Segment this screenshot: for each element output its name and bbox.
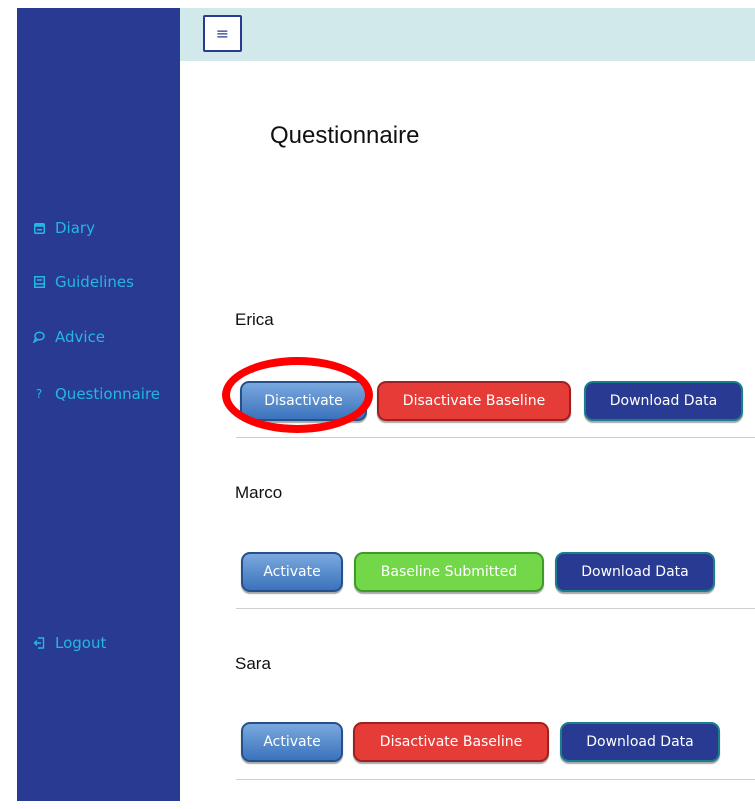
sidebar-item-advice[interactable]: Advice <box>33 328 105 346</box>
sidebar-item-label: Advice <box>55 328 106 346</box>
disactivate-baseline-button[interactable]: Disactivate Baseline <box>377 381 571 421</box>
download-data-button[interactable]: Download Data <box>584 381 743 421</box>
activate-button[interactable]: Activate <box>241 552 343 592</box>
disactivate-baseline-button[interactable]: Disactivate Baseline <box>353 722 549 762</box>
sidebar-item-label: Diary <box>55 219 95 237</box>
hamburger-icon: ≡ <box>215 24 230 43</box>
top-bar <box>180 8 755 61</box>
divider <box>236 608 755 609</box>
menu-toggle-button[interactable]: ≡ <box>203 15 242 52</box>
book-icon <box>33 276 45 288</box>
download-data-button[interactable]: Download Data <box>560 722 720 762</box>
sidebar-item-guidelines[interactable]: Guidelines <box>33 273 134 291</box>
divider <box>236 779 755 780</box>
divider <box>236 437 755 438</box>
download-data-button[interactable]: Download Data <box>555 552 715 592</box>
sidebar-logout[interactable]: Logout <box>33 634 106 652</box>
user-name: Marco <box>235 483 283 502</box>
logout-icon <box>33 637 45 649</box>
user-name: Sara <box>235 654 271 673</box>
sidebar-item-label: Guidelines <box>55 273 134 291</box>
calendar-icon <box>33 222 45 234</box>
baseline-submitted-button[interactable]: Baseline Submitted <box>354 552 544 592</box>
sidebar-item-diary[interactable]: Diary <box>33 219 95 237</box>
sidebar <box>17 8 180 801</box>
sidebar-item-questionnaire[interactable]: ? Questionnaire <box>33 385 160 403</box>
highlight-circle <box>222 357 373 433</box>
page-title: Questionnaire <box>270 122 420 149</box>
user-name: Erica <box>235 310 274 329</box>
speech-bubble-icon <box>33 331 45 343</box>
activate-button[interactable]: Activate <box>241 722 343 762</box>
logout-label: Logout <box>55 634 107 652</box>
question-icon: ? <box>35 387 43 401</box>
sidebar-item-label: Questionnaire <box>55 385 161 403</box>
